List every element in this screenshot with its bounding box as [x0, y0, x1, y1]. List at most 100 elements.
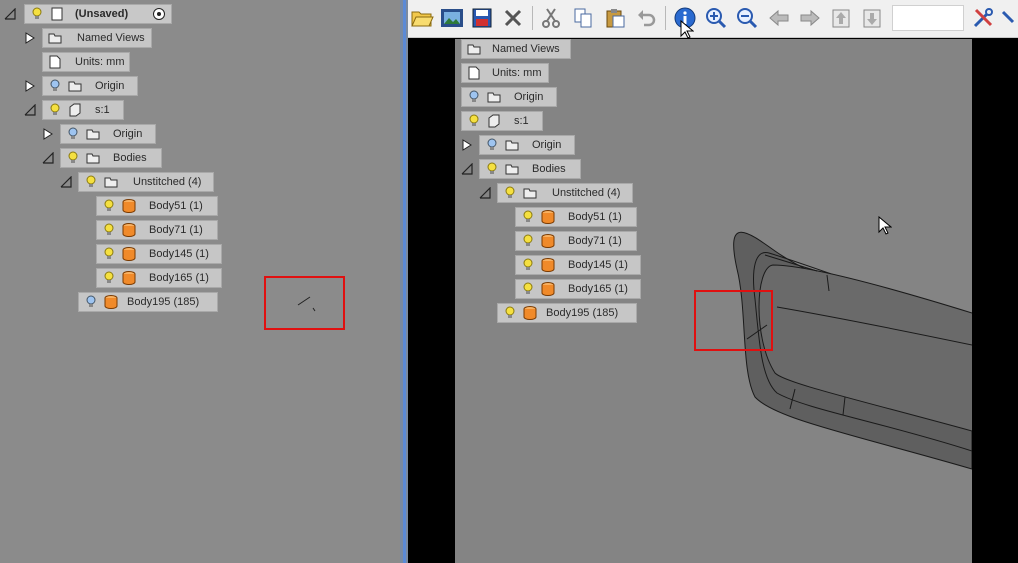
- tree-item-part-origin[interactable]: Origin: [60, 124, 156, 144]
- bulb-on-icon[interactable]: [520, 209, 536, 225]
- body-label: Body51 (1): [568, 211, 622, 223]
- document-icon: [466, 65, 482, 81]
- part-label: s:1: [514, 115, 529, 127]
- bulb-on-icon[interactable]: [47, 102, 63, 118]
- open-folder-icon[interactable]: [408, 4, 436, 32]
- bulb-on-icon[interactable]: [101, 222, 117, 238]
- folder-icon: [85, 150, 101, 166]
- splitter[interactable]: [400, 0, 408, 563]
- bulb-on-icon[interactable]: [83, 174, 99, 190]
- bulb-on-icon[interactable]: [101, 198, 117, 214]
- tree-root-unsaved[interactable]: (Unsaved): [24, 4, 172, 24]
- bulb-on-icon[interactable]: [520, 257, 536, 273]
- root-label: (Unsaved): [75, 8, 129, 20]
- zoom-in-icon[interactable]: [702, 4, 730, 32]
- tree-item-body195[interactable]: Body195 (185): [78, 292, 218, 312]
- save-icon[interactable]: [468, 4, 496, 32]
- document-icon: [47, 54, 63, 70]
- collapse-triangle-icon[interactable]: [4, 8, 16, 20]
- 3d-viewport[interactable]: Named Views Units: mm Origin s:1 Origin: [455, 39, 972, 563]
- radio-target-icon[interactable]: [151, 6, 167, 22]
- bulb-off-icon[interactable]: [65, 126, 81, 142]
- bulb-on-icon[interactable]: [101, 246, 117, 262]
- bulb-on-icon[interactable]: [502, 305, 518, 321]
- viewer-pane: Named Views Units: mm Origin s:1 Origin: [408, 0, 1018, 563]
- bulb-on-icon[interactable]: [484, 161, 500, 177]
- undo-icon[interactable]: [632, 4, 660, 32]
- tree-item-body[interactable]: Body51 (1): [96, 196, 218, 216]
- bulb-on-icon[interactable]: [502, 185, 518, 201]
- move-up-icon[interactable]: [827, 4, 855, 32]
- bulb-on-icon[interactable]: [101, 270, 117, 286]
- forward-arrow-icon[interactable]: [796, 4, 824, 32]
- unstitched-label: Unstitched (4): [552, 187, 621, 199]
- overlay-item-bodies[interactable]: Bodies: [479, 159, 581, 179]
- zoom-out-icon[interactable]: [733, 4, 761, 32]
- bulb-on-icon[interactable]: [520, 281, 536, 297]
- bulb-off-icon[interactable]: [83, 294, 99, 310]
- origin-label: Origin: [514, 91, 544, 103]
- delete-icon[interactable]: [499, 4, 527, 32]
- tree-item-units[interactable]: Units: mm: [42, 52, 130, 72]
- units-label: Units: mm: [492, 67, 542, 79]
- overlay-item-unstitched[interactable]: Unstitched (4): [497, 183, 633, 203]
- tree-item-body[interactable]: Body165 (1): [96, 268, 222, 288]
- collapse-triangle-icon[interactable]: [60, 176, 72, 188]
- body-solid-icon: [540, 257, 556, 273]
- body-solid-icon: [121, 198, 137, 214]
- part-origin-label: Origin: [113, 128, 143, 140]
- overlay-item-body[interactable]: Body145 (1): [515, 255, 641, 275]
- image-icon[interactable]: [438, 4, 466, 32]
- document-icon: [49, 6, 65, 22]
- expand-triangle-icon[interactable]: [24, 80, 36, 92]
- toolbar-input[interactable]: [892, 5, 964, 31]
- bulb-off-icon[interactable]: [47, 78, 63, 94]
- overlay-item-body[interactable]: Body71 (1): [515, 231, 637, 251]
- overlay-item-body[interactable]: Body51 (1): [515, 207, 637, 227]
- overlay-item-part-origin[interactable]: Origin: [479, 135, 575, 155]
- body-solid-icon: [121, 270, 137, 286]
- highlight-box: [694, 290, 773, 351]
- expand-triangle-icon[interactable]: [24, 32, 36, 44]
- bulb-off-icon[interactable]: [466, 89, 482, 105]
- named-views-label: Named Views: [77, 32, 145, 44]
- bulb-on-icon[interactable]: [520, 233, 536, 249]
- named-views-label: Named Views: [492, 43, 560, 55]
- tree-item-unstitched[interactable]: Unstitched (4): [78, 172, 214, 192]
- bulb-off-icon[interactable]: [484, 137, 500, 153]
- overlay-item-body[interactable]: Body165 (1): [515, 279, 641, 299]
- tree-item-body[interactable]: Body71 (1): [96, 220, 218, 240]
- tree-item-part[interactable]: s:1: [42, 100, 124, 120]
- overlay-item-units[interactable]: Units: mm: [461, 63, 549, 83]
- overlay-item-named-views[interactable]: Named Views: [461, 39, 571, 59]
- expand-triangle-icon[interactable]: [42, 128, 54, 140]
- highlight-box: [264, 276, 345, 330]
- bulb-on-icon[interactable]: [65, 150, 81, 166]
- overlay-item-origin[interactable]: Origin: [461, 87, 557, 107]
- overflow-icon[interactable]: [998, 4, 1018, 32]
- expand-triangle-icon[interactable]: [461, 139, 473, 151]
- overlay-item-part[interactable]: s:1: [461, 111, 543, 131]
- folder-icon: [47, 30, 63, 46]
- collapse-triangle-icon[interactable]: [479, 187, 491, 199]
- folder-icon: [85, 126, 101, 142]
- cut-icon[interactable]: [537, 4, 565, 32]
- move-down-icon[interactable]: [858, 4, 886, 32]
- back-arrow-icon[interactable]: [765, 4, 793, 32]
- bulb-on-icon[interactable]: [29, 6, 45, 22]
- collapse-triangle-icon[interactable]: [24, 104, 36, 116]
- part-origin-label: Origin: [532, 139, 562, 151]
- paste-icon[interactable]: [601, 4, 629, 32]
- overlay-item-body195[interactable]: Body195 (185): [497, 303, 637, 323]
- tree-item-bodies[interactable]: Bodies: [60, 148, 162, 168]
- folder-icon: [67, 78, 83, 94]
- tree-item-named-views[interactable]: Named Views: [42, 28, 152, 48]
- tree-item-body[interactable]: Body145 (1): [96, 244, 222, 264]
- tree-item-origin[interactable]: Origin: [42, 76, 138, 96]
- tools-icon[interactable]: [969, 4, 997, 32]
- collapse-triangle-icon[interactable]: [461, 163, 473, 175]
- body-label: Body145 (1): [149, 248, 209, 260]
- collapse-triangle-icon[interactable]: [42, 152, 54, 164]
- bulb-on-icon[interactable]: [466, 113, 482, 129]
- copy-icon[interactable]: [569, 4, 597, 32]
